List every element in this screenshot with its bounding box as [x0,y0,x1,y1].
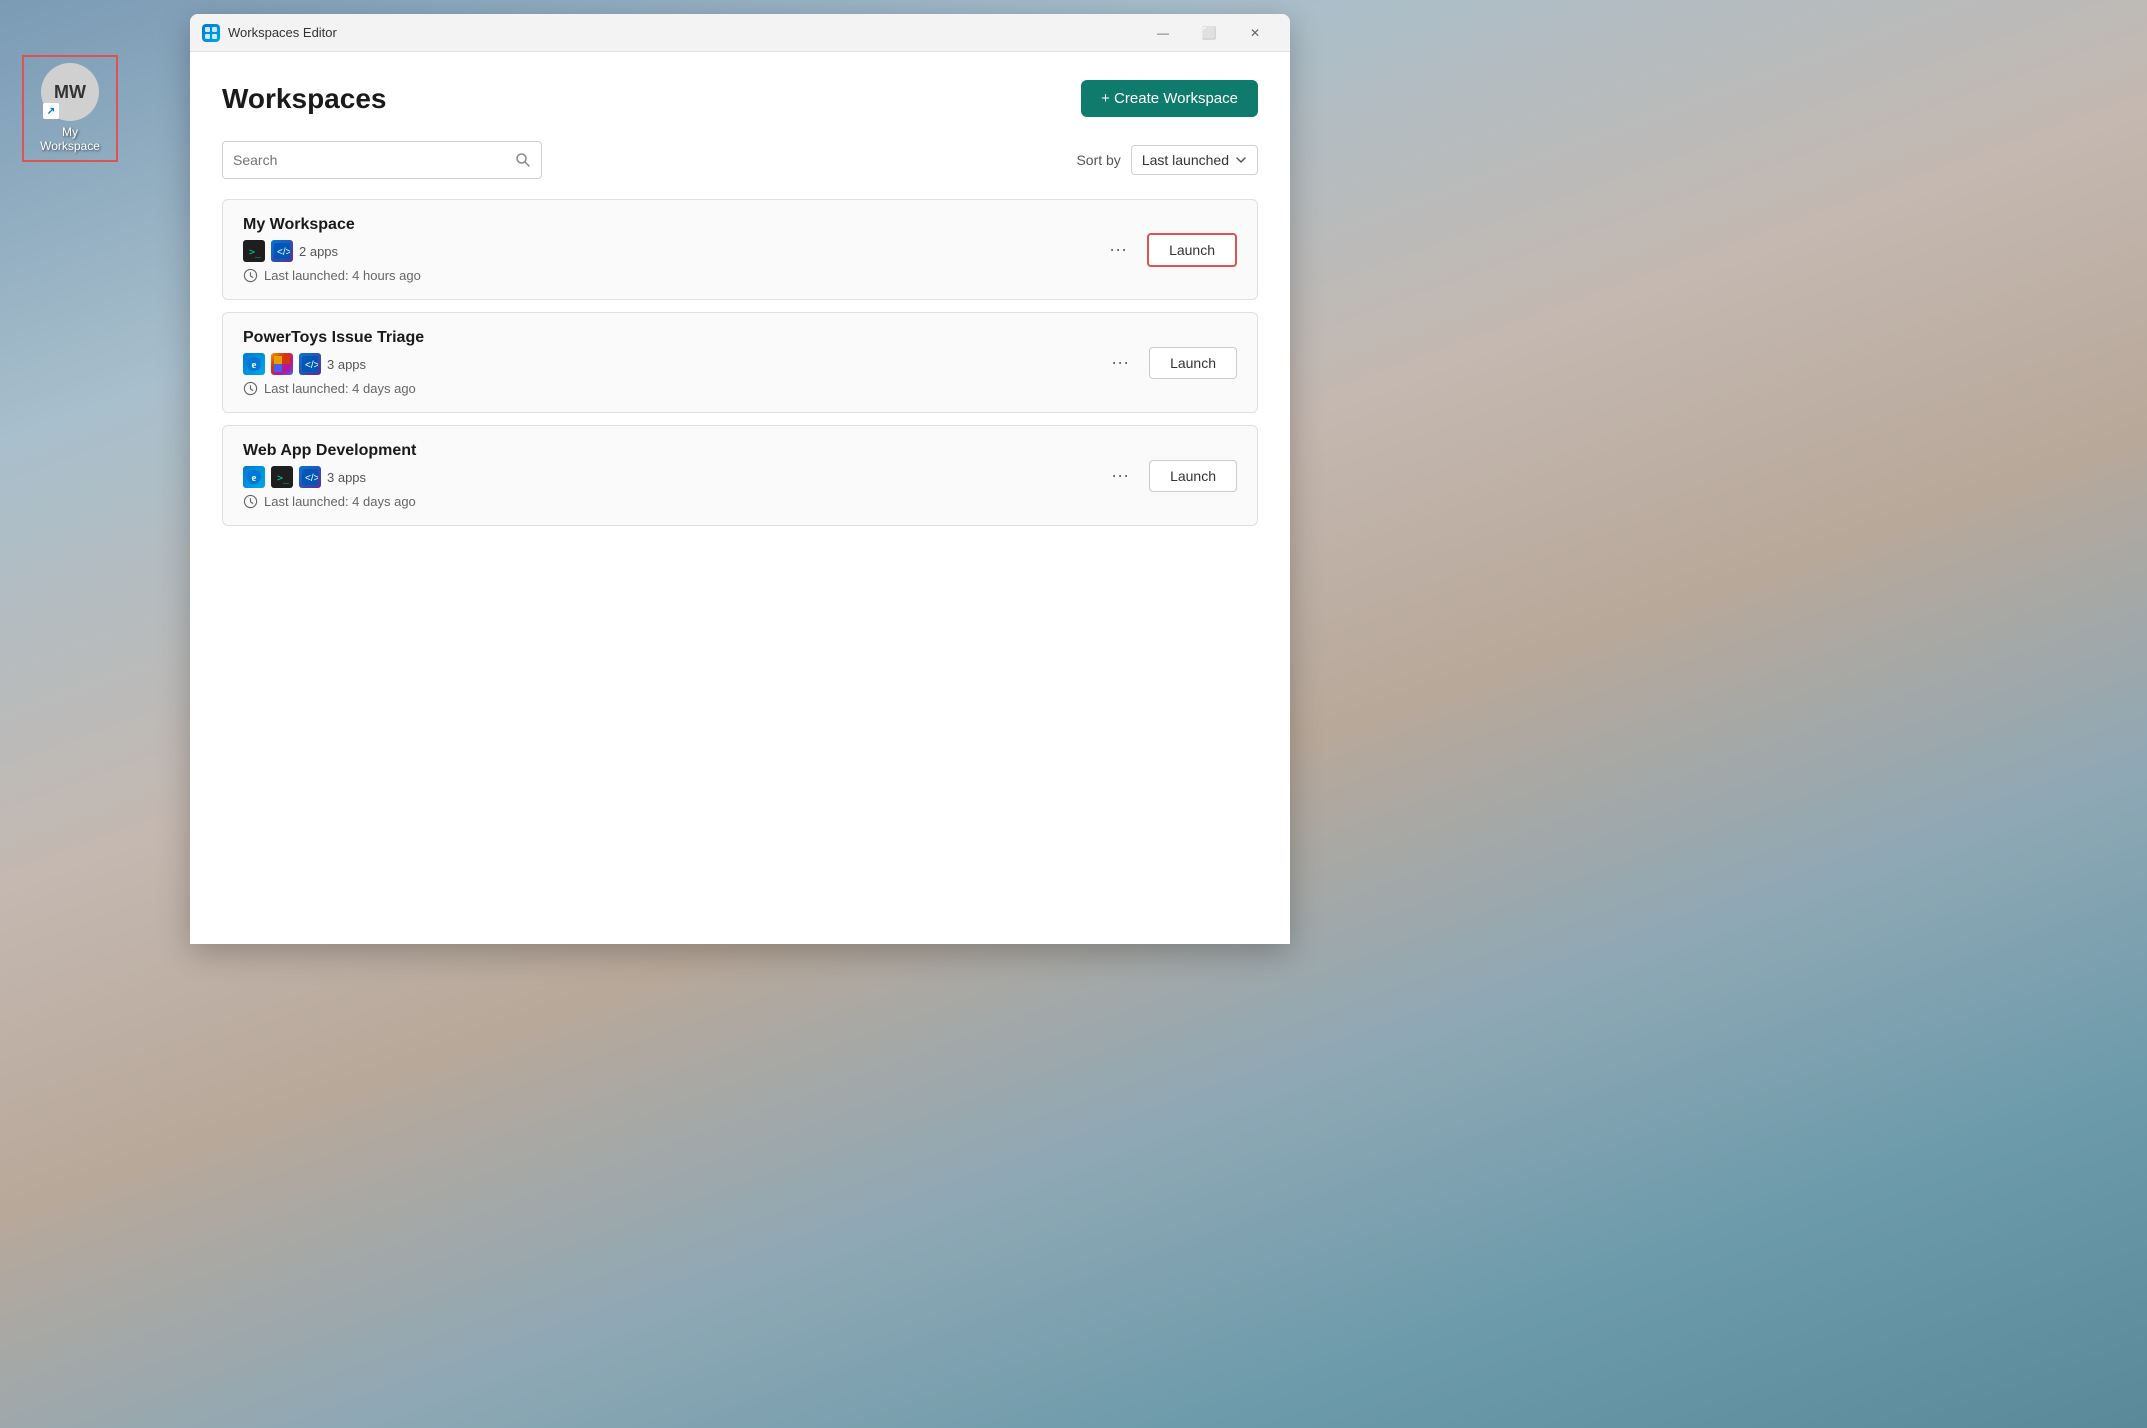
icon-label: MyWorkspace [40,125,100,154]
workspace-name: My Workspace [243,216,421,234]
minimize-button[interactable]: — [1140,17,1186,49]
workspace-apps: >_ </> 2 apps [243,240,421,262]
clock-icon [243,381,258,396]
window-controls: — ⬜ ✕ [1140,17,1278,49]
window-title: Workspaces Editor [228,25,1140,40]
vscode-app-icon: </> [299,353,321,375]
apps-count: 2 apps [299,244,338,259]
workspaces-editor-window: Workspaces Editor — ⬜ ✕ Workspaces + Cre… [190,14,1290,944]
more-options-button[interactable]: ··· [1103,348,1137,377]
clock-icon [243,494,258,509]
page-title: Workspaces [222,83,386,115]
desktop-icon-wrapper: MW ↗ MyWorkspace [22,55,118,162]
search-input[interactable] [233,152,507,168]
workspace-card-left: Web App Development e >_ </> 3 apps Last l… [243,442,416,509]
workspace-meta: Last launched: 4 days ago [243,381,424,396]
last-launched: Last launched: 4 days ago [264,381,416,396]
terminal-app-icon: >_ [243,240,265,262]
vscode-app-icon: </> [299,466,321,488]
sort-value: Last launched [1142,152,1229,168]
clock-icon [243,268,258,283]
search-box[interactable] [222,141,542,179]
search-icon [515,152,531,168]
workspace-name: Web App Development [243,442,416,460]
workspace-card-right: ··· Launch [1103,347,1237,379]
apps-count: 3 apps [327,357,366,372]
more-options-button[interactable]: ··· [1101,235,1135,264]
more-options-button[interactable]: ··· [1103,461,1137,490]
window-content: Workspaces + Create Workspace Sort by La… [190,52,1290,944]
workspace-meta: Last launched: 4 hours ago [243,268,421,283]
svg-text:</>: </> [305,360,318,371]
photos-app-icon [271,353,293,375]
terminal-app-icon: >_ [271,466,293,488]
svg-text:</>: </> [305,473,318,484]
workspace-card: PowerToys Issue Triage e </> 3 apps Last … [222,312,1258,413]
svg-text:e: e [252,359,257,371]
title-bar: Workspaces Editor — ⬜ ✕ [190,14,1290,52]
svg-text:e: e [252,472,257,484]
edge-app-icon: e [243,353,265,375]
last-launched: Last launched: 4 hours ago [264,268,421,283]
workspace-card-right: ··· Launch [1103,460,1237,492]
svg-text:>_: >_ [277,473,290,484]
workspace-list: My Workspace >_ </> 2 apps Last launched:… [222,199,1258,526]
workspace-apps: e >_ </> 3 apps [243,466,416,488]
chevron-down-icon [1235,154,1247,166]
icon-initials: MW [54,82,86,103]
launch-button[interactable]: Launch [1149,347,1237,379]
create-workspace-button[interactable]: + Create Workspace [1081,80,1258,117]
header-row: Workspaces + Create Workspace [222,80,1258,117]
workspace-meta: Last launched: 4 days ago [243,494,416,509]
workspace-card-right: ··· Launch [1101,233,1237,267]
edge-app-icon: e [243,466,265,488]
svg-text:>_: >_ [249,247,262,258]
vscode-app-icon: </> [271,240,293,262]
launch-button[interactable]: Launch [1147,233,1237,267]
workspace-apps: e </> 3 apps [243,353,424,375]
controls-row: Sort by Last launched [222,141,1258,179]
shortcut-arrow-icon: ↗ [43,103,59,119]
workspace-name: PowerToys Issue Triage [243,329,424,347]
maximize-button[interactable]: ⬜ [1186,17,1232,49]
workspace-card: Web App Development e >_ </> 3 apps Last l… [222,425,1258,526]
apps-count: 3 apps [327,470,366,485]
sort-row: Sort by Last launched [1076,145,1258,175]
launch-button[interactable]: Launch [1149,460,1237,492]
workspace-card-left: My Workspace >_ </> 2 apps Last launched:… [243,216,421,283]
workspace-card: My Workspace >_ </> 2 apps Last launched:… [222,199,1258,300]
svg-text:</>: </> [277,247,290,258]
icon-circle: MW ↗ [41,63,99,121]
close-button[interactable]: ✕ [1232,17,1278,49]
app-icon [202,24,220,42]
desktop-icon-my-workspace[interactable]: MW ↗ MyWorkspace [30,63,110,154]
last-launched: Last launched: 4 days ago [264,494,416,509]
sort-by-label: Sort by [1076,152,1120,168]
workspace-card-left: PowerToys Issue Triage e </> 3 apps Last … [243,329,424,396]
sort-dropdown[interactable]: Last launched [1131,145,1258,175]
